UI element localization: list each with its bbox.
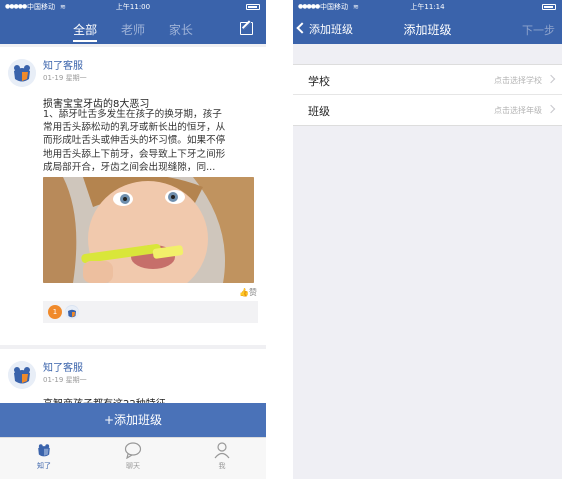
feed-tabs: 全部 老师 家长 [0,21,266,42]
post-body-line: 常用舌头舔松动的乳牙或新长出的恒牙，从 [43,122,226,134]
school-label: 学校 [308,75,330,88]
grade-placeholder: 点击选择年级 [494,106,542,115]
chevron-right-icon [546,104,556,114]
person-icon [202,441,242,459]
like-label: 赞 [249,288,257,297]
tab-teachers[interactable]: 老师 [121,21,145,38]
post-body-line: 而形成吐舌头或伸舌头的坏习惯。如果不停 [43,135,226,147]
post-date: 01-19 星期一 [43,74,87,82]
liker-avatar[interactable]: 1 [48,305,62,319]
nav-item-me[interactable]: 我 [202,441,242,471]
nav-item-zhiliao[interactable]: 知了 [24,441,64,471]
next-step-button[interactable]: 下一步 [522,22,555,38]
battery-icon [542,4,556,10]
feed-post: 知了客服 01-19 星期一 高智商孩子都有这22种特征 [0,349,266,410]
add-class-button[interactable]: +添加班级 [0,403,266,437]
post-body-line: 地用舌头舔上下前牙，会导致上下牙之间形 [43,148,226,160]
chat-bubble-icon [113,441,153,460]
top-nav-bar: 添加班级 添加班级 下一步 [293,14,562,44]
bottom-nav: 知了 聊天 我 [0,437,266,479]
status-bar: ●●●●● 中国移动 ≋ 上午11:00 [0,0,266,14]
liker-avatar[interactable] [65,305,79,319]
nav-label: 我 [218,462,226,470]
zhiliao-icon [24,441,64,459]
post-image[interactable] [43,177,254,283]
tab-all[interactable]: 全部 [73,21,98,42]
post-body[interactable]: 1、舔牙吐舌多发生在孩子的换牙期，孩子 常用舌头舔松动的乳牙或新长出的恒牙，从 … [43,108,256,174]
status-time: 上午11:14 [410,3,445,11]
top-nav-bar: 全部 老师 家长 [0,14,266,44]
like-button[interactable]: 👍赞 [239,287,257,298]
avatar[interactable] [8,59,36,87]
school-row[interactable]: 学校 点击选择学校 [293,65,562,95]
status-time: 上午11:00 [115,3,151,11]
nav-item-chat[interactable]: 聊天 [113,441,153,471]
chevron-right-icon [546,74,556,84]
post-author[interactable]: 知了客服 [43,57,83,72]
post-body-line: 1、舔牙吐舌多发生在孩子的换牙期，孩子 [43,109,222,120]
tab-parents[interactable]: 家长 [169,21,193,38]
nav-label: 聊天 [126,462,140,470]
status-bar: ●●●●● 中国移动 ≋ 上午11:14 [293,0,562,14]
feed-post: 知了客服 01-19 星期一 损害宝宝牙齿的8大恶习 1、舔牙吐舌多发生在孩子的… [0,47,266,345]
class-row[interactable]: 班级 点击选择年级 [293,95,562,125]
screen-divider [266,0,293,479]
post-date: 01-19 星期一 [43,376,87,384]
post-body-line: 成局部开合，牙齿之间会出现缝隙，同... [43,161,216,173]
class-form: 学校 点击选择学校 班级 点击选择年级 [293,64,562,126]
nav-label: 知了 [37,462,51,470]
class-label: 班级 [308,105,330,118]
likes-bar: 1 [43,301,258,323]
post-author[interactable]: 知了客服 [43,359,83,374]
school-placeholder: 点击选择学校 [494,76,542,85]
thumbs-up-icon: 👍 [239,288,249,297]
right-screen: ●●●●● 中国移动 ≋ 上午11:14 添加班级 添加班级 下一步 学校 点击… [293,0,562,479]
avatar[interactable] [8,361,36,389]
feed-list[interactable]: 知了客服 01-19 星期一 损害宝宝牙齿的8大恶习 1、舔牙吐舌多发生在孩子的… [0,44,266,410]
left-screen: ●●●●● 中国移动 ≋ 上午11:00 全部 老师 家长 知了客服 01-19… [0,0,266,479]
battery-icon [246,4,260,10]
compose-icon[interactable] [240,22,253,35]
